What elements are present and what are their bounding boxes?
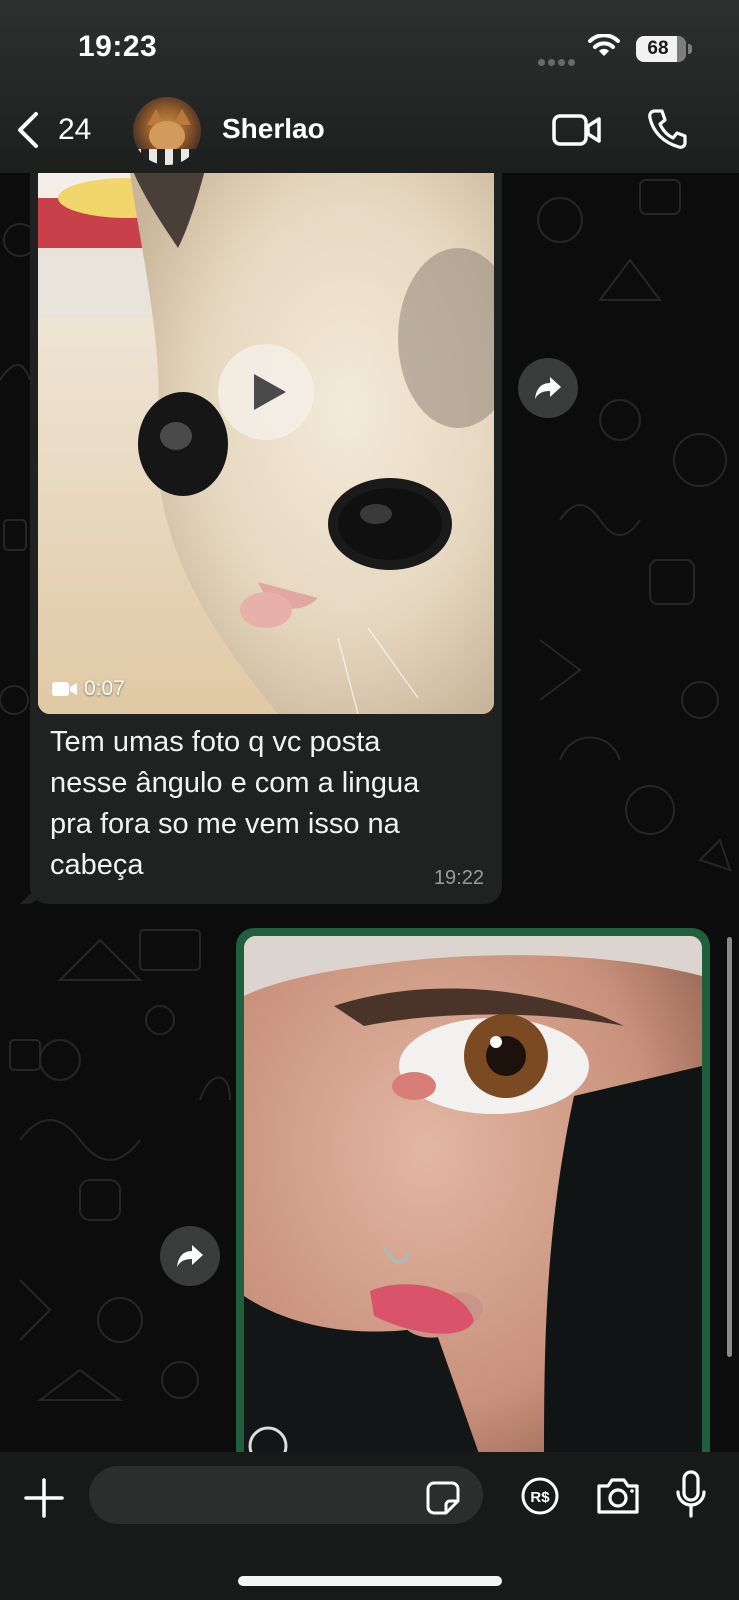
wifi-icon: [588, 34, 620, 56]
forward-button[interactable]: [518, 358, 578, 418]
camera-icon[interactable]: [595, 1476, 641, 1516]
unread-count[interactable]: 24: [58, 113, 91, 147]
payment-label: R$: [530, 1489, 550, 1506]
message-input[interactable]: [89, 1466, 483, 1524]
message-text: Tem umas foto q vc posta nesse ângulo e …: [50, 726, 420, 881]
chevron-left-icon[interactable]: [14, 110, 44, 150]
battery-percent: 68: [647, 38, 669, 59]
selfie-photo: [244, 936, 702, 1468]
home-indicator: [238, 1576, 502, 1586]
video-duration: 0:07: [52, 676, 125, 702]
phone-icon[interactable]: [647, 108, 687, 150]
sticker-icon[interactable]: [426, 1481, 460, 1515]
sent-photo[interactable]: [244, 936, 702, 1468]
contact-name[interactable]: Sherlao: [222, 113, 325, 145]
video-camera-icon[interactable]: [552, 112, 602, 148]
forward-icon: [177, 1245, 203, 1267]
plus-icon[interactable]: [24, 1478, 64, 1518]
video-camera-small-icon: [52, 682, 77, 696]
payment-circle: R$: [521, 1477, 559, 1515]
forward-icon: [535, 377, 561, 399]
microphone-icon[interactable]: [676, 1470, 706, 1520]
status-time: 19:23: [78, 30, 158, 63]
incoming-message-bubble[interactable]: 0:07 Tem umas foto q vc posta nesse ângu…: [20, 150, 502, 904]
cellular-signal-icon: [538, 53, 578, 71]
message-timestamp: 19:22: [433, 867, 484, 889]
battery-tip: [688, 44, 692, 54]
chat-header: 19:23 68 24 Sherlao: [0, 0, 739, 173]
play-button[interactable]: [218, 344, 314, 440]
forward-button-outgoing[interactable]: [160, 1226, 220, 1286]
message-input-bar: R$: [0, 1452, 739, 1600]
outgoing-message-bubble[interactable]: [236, 928, 710, 1468]
play-icon: [254, 374, 286, 410]
battery-icon: 68: [636, 36, 686, 62]
payment-icon[interactable]: R$: [520, 1476, 560, 1516]
duration-label: 0:07: [84, 677, 125, 700]
scrollbar[interactable]: [727, 937, 732, 1357]
video-thumbnail[interactable]: 0:07: [38, 158, 494, 714]
avatar[interactable]: [133, 97, 201, 165]
